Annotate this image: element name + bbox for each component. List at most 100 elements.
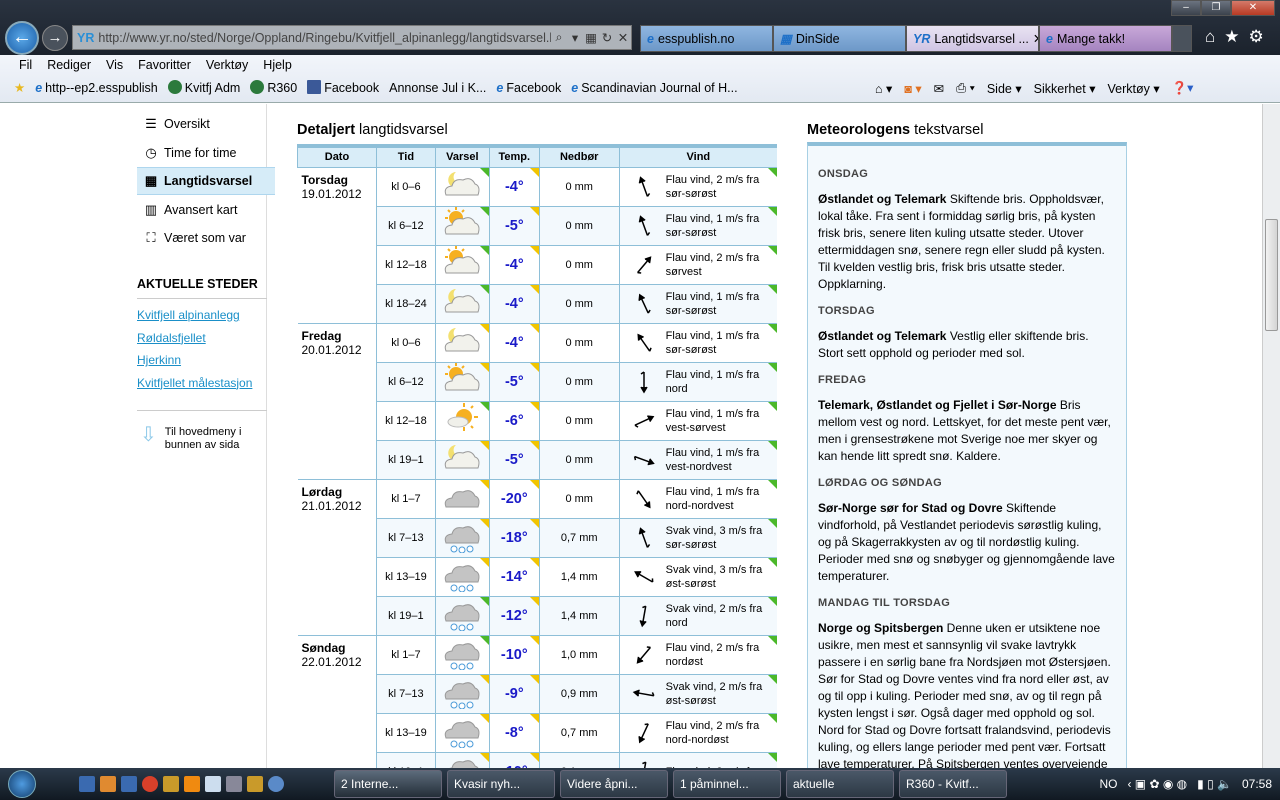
notepad-icon[interactable] (205, 776, 221, 792)
place-link[interactable]: Røldalsfjellet (137, 331, 206, 345)
temperature: -9° (504, 685, 524, 702)
back-button[interactable]: ← (5, 21, 39, 55)
favorite-link[interactable]: e Scandinavian Journal of H... (571, 81, 737, 95)
help-icon[interactable]: ❓▾ (1172, 80, 1194, 96)
section-heading: LØRDAG OG SØNDAG (818, 477, 942, 489)
home-icon[interactable]: ⌂ (1205, 27, 1215, 47)
menu-item[interactable]: Hjelp (263, 57, 292, 73)
media-icon[interactable] (184, 776, 200, 792)
start-button[interactable] (0, 768, 44, 800)
globe-icon (167, 80, 182, 94)
wind-wrap: Flau vind, 1 m/s fra vest-sørvest (620, 407, 777, 435)
home-icon[interactable]: ⌂ ▾ (875, 81, 892, 96)
menu-item[interactable]: Fil (19, 57, 32, 73)
sidebar-item-oversikt[interactable]: ☰ Oversikt (137, 110, 267, 138)
new-tab-button[interactable] (1172, 25, 1192, 52)
close-button[interactable]: ✕ (1231, 0, 1275, 16)
scrollbar-thumb[interactable] (1265, 219, 1278, 331)
favorite-link[interactable]: Annonse Jul i K... (389, 81, 486, 95)
sidebar-item-langtidsvarsel[interactable]: ▦ Langtidsvarsel (137, 167, 275, 195)
wind-cell: Svak vind, 3 m/s fra øst-sørøst (618, 557, 777, 597)
favorite-link[interactable]: e http--ep2.esspublish (35, 81, 158, 95)
quality-flag-yellow (529, 713, 539, 723)
favorite-link[interactable]: R360 (250, 80, 297, 95)
rss-icon[interactable]: ◙ ▾ (904, 81, 921, 96)
forecast-symbol-cell (434, 479, 490, 519)
sidebar-item-label: Avansert kart (164, 202, 238, 217)
cmd-sikkerhet[interactable]: Sikkerhet ▾ (1034, 81, 1096, 96)
quality-flag-green (479, 635, 489, 645)
address-url[interactable]: http://www.yr.no/sted/Norge/Oppland/Ring… (98, 31, 551, 45)
compat-view-icon[interactable]: ▦ (583, 30, 599, 45)
ie-icon: e (647, 31, 654, 46)
time-cell: kl 12–18 (375, 245, 436, 285)
forecast-text: Denne uken er utsiktene noe usikre, men … (818, 621, 1111, 768)
favorite-link[interactable]: e Facebook (496, 81, 561, 95)
refresh-icon[interactable]: ↻ (599, 30, 615, 45)
quicklaunch-icon[interactable] (79, 776, 95, 792)
cmd-sikkerhet-label: Sikkerhet (1033, 81, 1086, 96)
quality-flag-yellow (479, 362, 489, 372)
taskbar-button[interactable]: 2 Interne... (334, 770, 442, 798)
folder-icon[interactable] (247, 776, 263, 792)
language-indicator[interactable]: NO (1099, 777, 1117, 791)
vertical-scrollbar[interactable] (1262, 104, 1280, 768)
wind-arrow-icon (638, 214, 650, 236)
quicklaunch-icon[interactable] (100, 776, 116, 792)
chrome-icon[interactable] (142, 776, 158, 792)
print-icon[interactable]: ⎙ ▾ (956, 81, 975, 96)
tray-icons[interactable]: ‹ ▣ ✿ ◉ ◍ (1127, 777, 1187, 791)
forecast-symbol-cell (434, 362, 490, 402)
mail-icon[interactable]: ✉ (934, 81, 944, 96)
taskbar-button[interactable]: R360 - Kvitf... (899, 770, 1007, 798)
folder-icon[interactable] (163, 776, 179, 792)
cmd-verktoy[interactable]: Verktøy ▾ (1107, 81, 1159, 96)
temperature: -6° (504, 412, 524, 429)
taskbar-button[interactable]: 1 påminnel... (673, 770, 781, 798)
partly-cloudy-night-icon (445, 445, 480, 469)
forward-button[interactable]: → (42, 25, 68, 51)
cmd-side[interactable]: Side ▾ (987, 81, 1022, 96)
stop-icon[interactable]: ✕ (615, 30, 631, 45)
favorites-star-icon[interactable]: ★ (1224, 27, 1239, 47)
to-main-menu-link[interactable]: ⇩ Til hovedmeny i bunnen av sida (140, 425, 255, 452)
clock[interactable]: 07:58 (1242, 777, 1272, 791)
sidebar-item-time-for-time[interactable]: ◷ Time for time (137, 139, 267, 167)
tab-yr[interactable]: YRLangtidsvarsel ... ✕ (906, 25, 1039, 52)
tab-dinside[interactable]: ▦ DinSide (773, 25, 906, 52)
favorite-link[interactable]: Facebook (307, 80, 379, 95)
day-name: Lørdag (301, 484, 343, 499)
dropdown-icon[interactable]: ▾ (567, 30, 583, 45)
search-icon[interactable]: ⌕ (551, 30, 567, 45)
menu-item[interactable]: Vis (106, 57, 123, 73)
address-bar[interactable]: YR http://www.yr.no/sted/Norge/Oppland/R… (72, 25, 632, 50)
tab-ie[interactable]: e esspublish.no (640, 25, 773, 52)
quicklaunch-icon[interactable] (121, 776, 137, 792)
place-link[interactable]: Kvitfjellet målestasjon (137, 376, 252, 390)
menu-item[interactable]: Verktøy (206, 57, 248, 73)
gear-icon[interactable]: ⚙ (1249, 27, 1264, 47)
place-link[interactable]: Hjerkinn (137, 353, 181, 367)
forecast-symbol-cell (434, 167, 490, 207)
sidebar-item-avansert-kart[interactable]: ▥ Avansert kart (137, 196, 267, 224)
taskbar-button[interactable]: aktuelle (786, 770, 894, 798)
menu-item[interactable]: Rediger (47, 57, 91, 73)
taskbar-button[interactable]: Kvasir nyh... (447, 770, 555, 798)
minimize-button[interactable]: – (1171, 0, 1201, 16)
tab-ie[interactable]: e Mange takk! (1039, 25, 1172, 52)
r360-icon[interactable] (226, 776, 242, 792)
date: 19.01.2012 (301, 186, 362, 201)
favorites-star-icon[interactable]: ★ (14, 80, 25, 95)
sidebar-item-været-som-var[interactable]: ⛶ Været som var (137, 224, 267, 252)
sun-small-cloud-icon (447, 403, 479, 431)
maximize-button[interactable]: ❐ (1201, 0, 1231, 16)
globe-icon[interactable] (268, 776, 284, 792)
battery-volume-icons[interactable]: ▮ ▯ 🔈 (1197, 777, 1232, 791)
place-link[interactable]: Kvitfjell alpinanlegg (137, 308, 240, 322)
precipitation-cell: 0 mm (538, 401, 620, 441)
divider (137, 410, 267, 411)
favorite-link[interactable]: Kvitfj Adm (167, 80, 240, 95)
taskbar-button[interactable]: Videre åpni... (560, 770, 668, 798)
temperature-cell: -5° (488, 206, 540, 246)
menu-item[interactable]: Favoritter (138, 57, 191, 73)
